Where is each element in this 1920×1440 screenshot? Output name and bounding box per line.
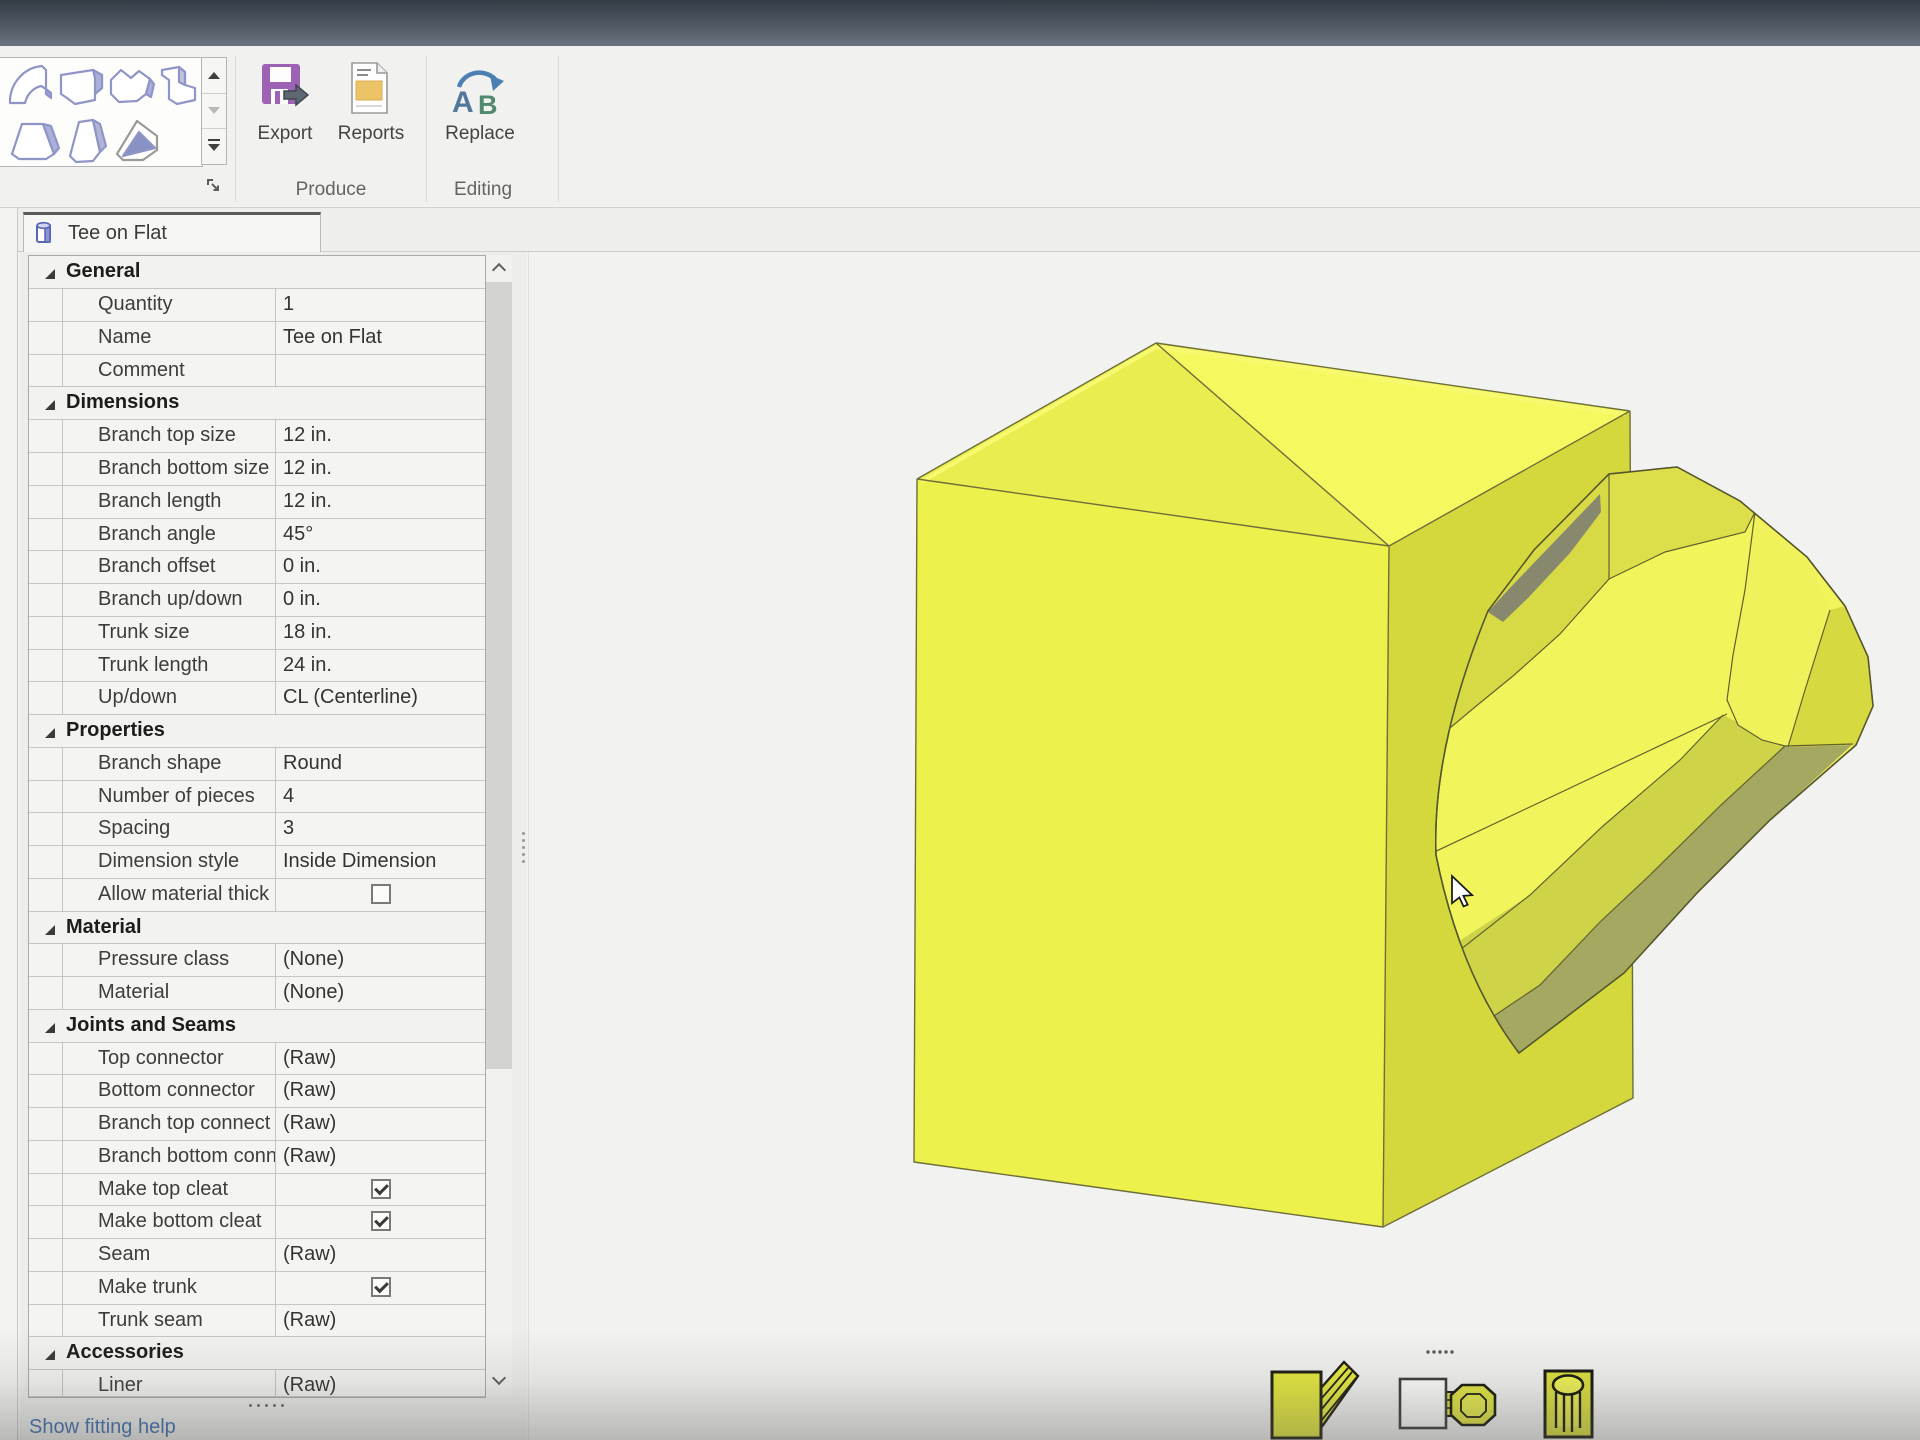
svg-text:A: A [452,86,474,116]
svg-text:B: B [478,90,498,116]
